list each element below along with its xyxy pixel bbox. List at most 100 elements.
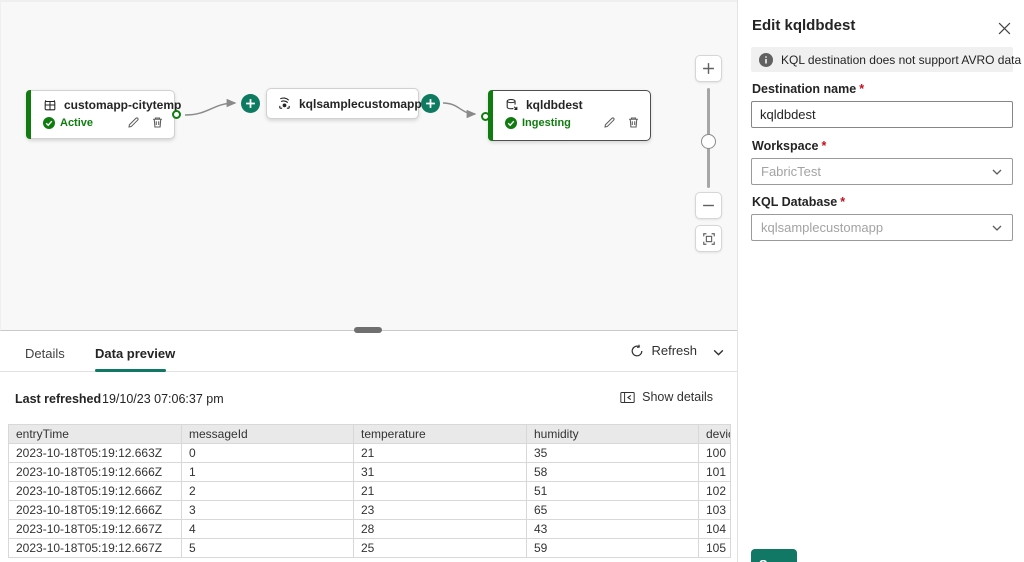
cell: 21 [354,482,527,501]
cell: 103 [699,501,731,520]
cell: 25 [354,539,527,558]
column-header: deviceId [699,425,731,444]
add-destination-button[interactable] [421,94,440,113]
table-row: 2023-10-18T05:19:12.666Z13158101 [9,463,731,482]
node-title: customapp-citytemp [64,98,181,112]
zoom-in-button[interactable] [695,55,722,82]
panel-title: Edit kqldbdest [752,17,855,34]
chevron-down-icon [991,222,1003,234]
connector-arrows [1,2,738,333]
table-row: 2023-10-18T05:19:12.667Z42843104 [9,520,731,539]
cell: 2023-10-18T05:19:12.667Z [9,539,182,558]
zoom-out-button[interactable] [695,192,722,219]
edit-node-icon[interactable] [603,116,616,129]
table-row: 2023-10-18T05:19:12.667Z52559105 [9,539,731,558]
delete-node-icon[interactable] [151,116,164,129]
data-preview-table: entryTime messageId temperature humidity… [8,424,731,558]
refresh-button[interactable]: Refresh [630,343,697,358]
cell: 43 [527,520,699,539]
last-refreshed-label: Last refreshed [15,392,101,406]
cell: 2 [182,482,354,501]
output-port[interactable] [172,110,181,119]
banner-text: KQL destination does not support AVRO da… [781,53,1021,67]
kql-database-icon [505,98,519,112]
cell: 23 [354,501,527,520]
node-eventstream[interactable]: kqlsamplecustomapp-... [266,88,419,119]
refresh-label: Refresh [651,343,697,358]
column-header: temperature [354,425,527,444]
edit-node-icon[interactable] [127,116,140,129]
cell: 35 [527,444,699,463]
show-details-button[interactable]: Show details [620,390,713,404]
cell: 21 [354,444,527,463]
destination-name-label: Destination name* [752,82,864,96]
add-operation-button[interactable] [241,94,260,113]
status-check-icon [43,117,55,129]
fit-to-screen-button[interactable] [695,225,722,252]
cell: 105 [699,539,731,558]
node-destination[interactable]: kqldbdest Ingesting [488,90,651,141]
cell: 2023-10-18T05:19:12.667Z [9,520,182,539]
table-row: 2023-10-18T05:19:12.666Z32365103 [9,501,731,520]
last-refreshed-value: 19/10/23 07:06:37 pm [102,392,224,406]
cell: 3 [182,501,354,520]
chevron-down-icon [991,166,1003,178]
kql-database-label: KQL Database* [752,195,845,209]
tab-data-preview[interactable]: Data preview [95,346,175,361]
show-details-panel-icon [620,391,635,404]
refresh-options-chevron-icon[interactable] [712,346,725,359]
cell: 31 [354,463,527,482]
pipeline-canvas[interactable]: customapp-citytemp Active [0,0,737,331]
node-status: Active [60,117,93,129]
close-icon[interactable] [994,18,1014,38]
cell: 65 [527,501,699,520]
cell: 100 [699,444,731,463]
node-title: kqldbdest [526,98,583,112]
info-icon [759,53,773,67]
cell: 28 [354,520,527,539]
status-check-icon [505,117,517,129]
save-button[interactable]: Save [751,549,797,562]
panel-resize-handle[interactable] [354,327,382,333]
node-title: kqlsamplecustomapp-... [299,97,436,111]
cell: 102 [699,482,731,501]
cell: 101 [699,463,731,482]
cell: 51 [527,482,699,501]
delete-node-icon[interactable] [627,116,640,129]
kql-database-select[interactable]: kqlsamplecustomapp [751,214,1013,241]
cell: 0 [182,444,354,463]
kql-database-selected-value: kqlsamplecustomapp [761,220,883,235]
node-source[interactable]: customapp-citytemp Active [26,90,175,139]
preview-info-row: Last refreshed 19/10/23 07:06:37 pm Show… [0,382,737,416]
column-header: entryTime [9,425,182,444]
cell: 4 [182,520,354,539]
eventstream-editor: customapp-citytemp Active [0,0,1024,562]
tab-details[interactable]: Details [25,346,65,361]
custom-app-icon [43,98,57,112]
node-status-bar [26,90,31,139]
column-header: messageId [182,425,354,444]
workspace-selected-value: FabricTest [761,164,821,179]
active-tab-indicator [95,369,166,372]
column-header: humidity [527,425,699,444]
bottom-tab-bar: Details Data preview Refresh [0,332,737,372]
cell: 58 [527,463,699,482]
cell: 1 [182,463,354,482]
workspace-select[interactable]: FabricTest [751,158,1013,185]
cell: 2023-10-18T05:19:12.666Z [9,482,182,501]
zoom-slider-knob[interactable] [701,134,716,149]
cell: 2023-10-18T05:19:12.666Z [9,463,182,482]
workspace-label: Workspace* [752,139,826,153]
table-row: 2023-10-18T05:19:12.663Z02135100 [9,444,731,463]
refresh-icon [630,344,644,358]
eventstream-icon [277,96,292,111]
destination-name-input[interactable] [751,101,1013,128]
table-row: 2023-10-18T05:19:12.666Z22151102 [9,482,731,501]
show-details-label: Show details [642,390,713,404]
table-header-row: entryTime messageId temperature humidity… [9,425,731,444]
node-status: Ingesting [522,117,571,129]
info-banner: KQL destination does not support AVRO da… [751,47,1013,72]
cell: 2023-10-18T05:19:12.666Z [9,501,182,520]
cell: 2023-10-18T05:19:12.663Z [9,444,182,463]
input-port[interactable] [481,112,490,121]
